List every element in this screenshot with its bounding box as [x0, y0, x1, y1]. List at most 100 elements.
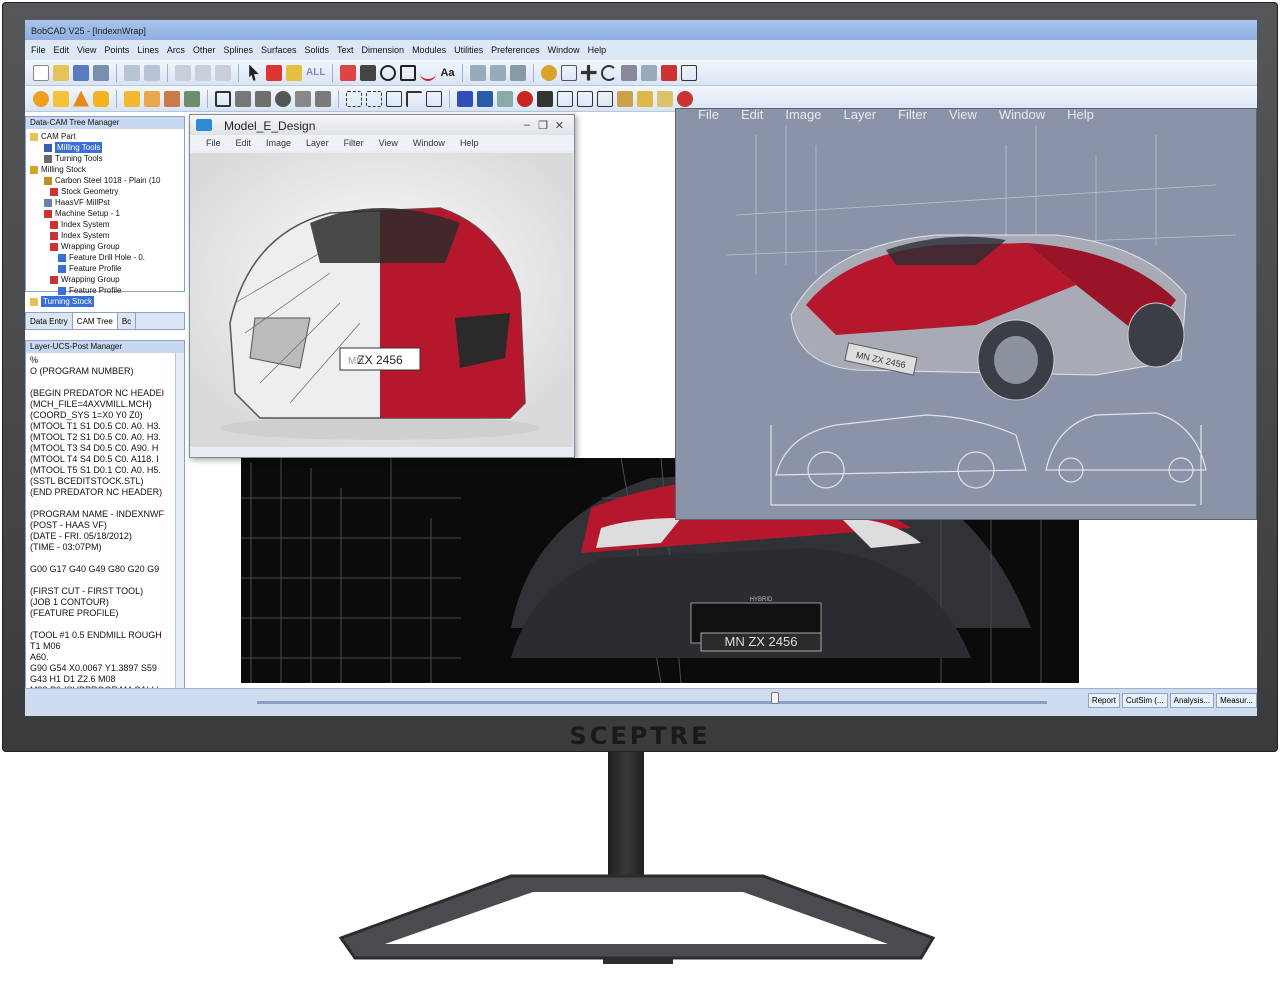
minimize-icon[interactable]: – [524, 119, 530, 131]
tree-item[interactable]: HaasVF MillPst [30, 197, 184, 208]
simulate-icon[interactable] [657, 90, 673, 107]
redo-icon[interactable] [144, 64, 160, 81]
pen-icon[interactable] [360, 64, 377, 81]
frame-icon[interactable] [215, 90, 231, 107]
tab-bc[interactable]: Bc [118, 313, 137, 329]
bottom-tab[interactable]: Measur... [1216, 693, 1257, 708]
sketch-icon[interactable] [346, 90, 362, 107]
cylinder-icon[interactable] [93, 90, 109, 107]
cone-icon[interactable] [73, 90, 89, 107]
hatch-icon[interactable] [509, 64, 526, 81]
sketch-menu-layer[interactable]: Layer [306, 138, 329, 151]
sketch-window-titlebar[interactable]: Model_E_Design – ❐ ✕ [190, 115, 574, 135]
ucs-icon[interactable] [660, 64, 677, 81]
properties-icon[interactable] [617, 90, 633, 107]
tab-cam-tree[interactable]: CAM Tree [72, 313, 118, 329]
copy-icon[interactable] [195, 64, 211, 81]
cam-icon[interactable] [637, 90, 653, 107]
select-all-button[interactable]: ALL [306, 67, 325, 78]
blueprint-menu-help[interactable]: Help [1067, 109, 1094, 123]
delete-icon[interactable] [677, 90, 693, 107]
align-icon[interactable] [426, 90, 442, 107]
sketch-menu-view[interactable]: View [379, 138, 398, 151]
sketch-menu-image[interactable]: Image [266, 138, 291, 151]
dimension-icon[interactable] [469, 64, 486, 81]
tree-item[interactable]: Milling Stock [30, 164, 184, 175]
layout-icon[interactable] [597, 90, 613, 107]
zoom-icon[interactable] [540, 64, 557, 81]
hourglass-icon[interactable] [577, 90, 593, 107]
tree-item[interactable]: Feature Drill Hole - 0. [30, 252, 184, 263]
sketch-menu-filter[interactable]: Filter [344, 138, 364, 151]
mirror-icon[interactable] [366, 90, 382, 107]
cut-icon[interactable] [175, 64, 191, 81]
snap-icon[interactable] [640, 64, 657, 81]
surface-icon[interactable] [235, 90, 251, 107]
tree-item[interactable]: Feature Profile [30, 285, 184, 296]
tree-item[interactable]: Wrapping Group [30, 241, 184, 252]
select-chain-icon[interactable] [286, 64, 302, 81]
blueprint-menu-layer[interactable]: Layer [844, 109, 877, 123]
fillet-icon[interactable] [275, 90, 291, 107]
spline-tool-icon[interactable] [420, 65, 437, 81]
new-file-icon[interactable] [33, 64, 49, 81]
blueprint-menu-window[interactable]: Window [999, 109, 1045, 123]
blueprint-menu-view[interactable]: View [949, 109, 977, 123]
layer-color-icon[interactable] [340, 64, 357, 81]
menu-item-file[interactable]: File [31, 45, 46, 55]
extrude-icon[interactable] [124, 90, 140, 107]
blueprint-menu-filter[interactable]: Filter [898, 109, 927, 123]
tree-item[interactable]: Feature Profile [30, 263, 184, 274]
timeline-slider-handle[interactable] [771, 692, 779, 704]
grid-icon[interactable] [489, 64, 506, 81]
pan-icon[interactable] [580, 64, 597, 81]
undo-icon[interactable] [124, 64, 140, 81]
cursor-tool-icon[interactable] [537, 90, 553, 107]
draft-icon[interactable] [315, 90, 331, 107]
blueprint-menu-image[interactable]: Image [785, 109, 821, 123]
tab-data-entry[interactable]: Data Entry [26, 313, 73, 329]
menu-item-preferences[interactable]: Preferences [491, 45, 540, 55]
pointer-icon[interactable] [249, 64, 259, 81]
material-icon[interactable] [477, 90, 493, 107]
sketch-menu-edit[interactable]: Edit [236, 138, 252, 151]
menu-item-solids[interactable]: Solids [305, 45, 330, 55]
rotate-icon[interactable] [600, 64, 617, 81]
restore-icon[interactable]: ❐ [538, 119, 548, 132]
solid-color-icon[interactable] [457, 90, 473, 107]
stop-icon[interactable] [517, 90, 533, 107]
menu-item-arcs[interactable]: Arcs [167, 45, 185, 55]
paste-icon[interactable] [215, 64, 231, 81]
cube-view-icon[interactable] [680, 64, 697, 81]
sweep-icon[interactable] [164, 90, 180, 107]
menu-item-splines[interactable]: Splines [223, 45, 253, 55]
tree-item[interactable]: Carbon Steel 1018 - Plain (10 [30, 175, 184, 186]
select-point-icon[interactable] [266, 64, 282, 81]
menu-item-surfaces[interactable]: Surfaces [261, 45, 297, 55]
sphere-icon[interactable] [33, 90, 49, 107]
corner-icon[interactable] [406, 90, 422, 107]
tree-item[interactable]: Milling Tools [30, 142, 184, 153]
tree-item[interactable]: Turning Tools [30, 153, 184, 164]
bottom-tab[interactable]: Analysis... [1169, 693, 1215, 708]
menu-item-text[interactable]: Text [337, 45, 354, 55]
menu-item-modules[interactable]: Modules [412, 45, 446, 55]
text-box-icon[interactable] [557, 90, 573, 107]
bottom-tab[interactable]: CutSim (... [1121, 693, 1168, 708]
circle-tool-icon[interactable] [380, 64, 397, 81]
text-tool-button[interactable]: Aa [440, 67, 454, 79]
tree-item[interactable]: Wrapping Group [30, 274, 184, 285]
menu-item-edit[interactable]: Edit [54, 45, 70, 55]
tree-item[interactable]: Index System [30, 230, 184, 241]
tree-item[interactable]: Turning Stock [30, 296, 184, 307]
save-icon[interactable] [73, 64, 89, 81]
code-scrollbar[interactable] [175, 353, 184, 711]
menu-item-points[interactable]: Points [104, 45, 129, 55]
menu-item-lines[interactable]: Lines [137, 45, 159, 55]
close-icon[interactable]: ✕ [555, 119, 564, 132]
menu-item-dimension[interactable]: Dimension [362, 45, 405, 55]
revolve-icon[interactable] [144, 90, 160, 107]
tree-item[interactable]: Stock Geometry [30, 186, 184, 197]
loft-icon[interactable] [184, 90, 200, 107]
tree-item[interactable]: Index System [30, 219, 184, 230]
